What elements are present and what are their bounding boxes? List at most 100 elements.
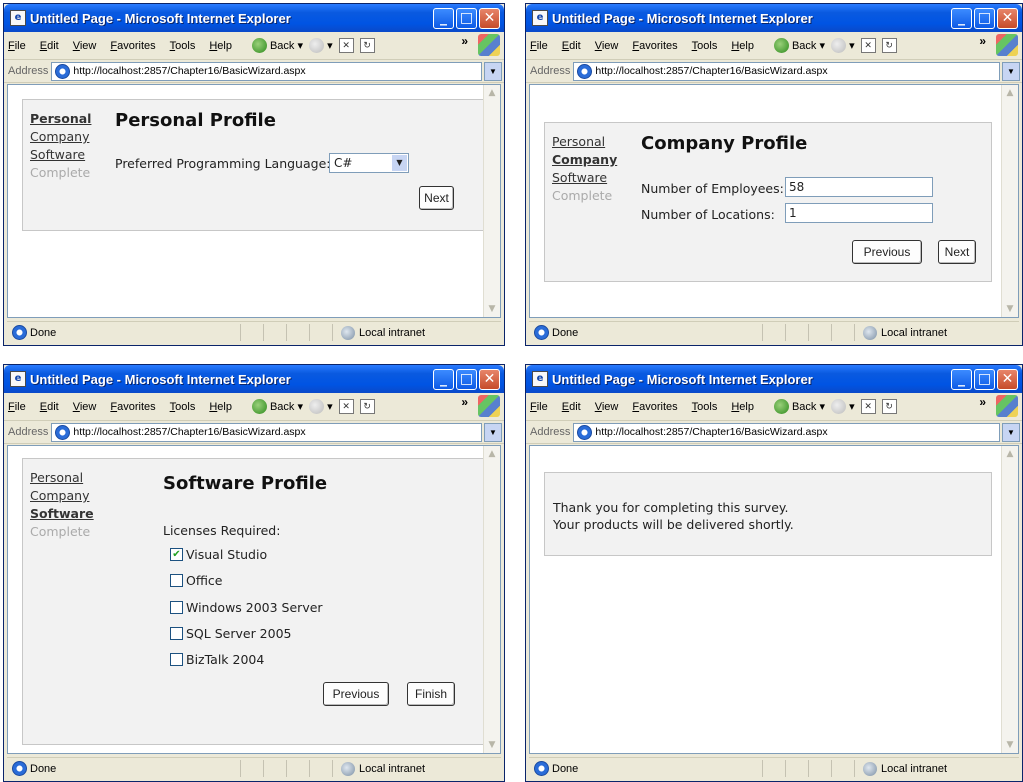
checkbox-icon[interactable] <box>170 653 183 666</box>
menu-view[interactable]: View <box>73 40 97 52</box>
menu-tools[interactable]: Tools <box>170 401 196 413</box>
vertical-scrollbar[interactable]: ▲ ▼ <box>1001 446 1018 753</box>
scroll-up-icon[interactable]: ▲ <box>485 86 499 100</box>
refresh-icon[interactable]: ↻ <box>881 399 897 414</box>
vertical-scrollbar[interactable]: ▲ ▼ <box>1001 85 1018 317</box>
menu-edit[interactable]: Edit <box>40 40 59 52</box>
locations-input[interactable]: 1 <box>785 203 933 223</box>
previous-button[interactable]: Previous <box>852 240 922 264</box>
refresh-icon[interactable]: ↻ <box>359 38 375 53</box>
menu-file[interactable]: File <box>530 40 548 52</box>
back-button[interactable]: Back <box>270 401 294 413</box>
maximize-button[interactable]: □ <box>974 368 995 390</box>
minimize-button[interactable]: _ <box>951 7 972 29</box>
back-button[interactable]: Back <box>792 401 816 413</box>
back-arrow-icon[interactable] <box>773 399 789 414</box>
menu-tools[interactable]: Tools <box>692 401 718 413</box>
menu-help[interactable]: Help <box>209 401 232 413</box>
scroll-down-icon[interactable]: ▼ <box>485 302 499 316</box>
close-button[interactable]: ✕ <box>479 7 500 29</box>
license-biztalk[interactable]: BizTalk 2004 <box>170 652 264 667</box>
forward-arrow-icon[interactable] <box>309 399 325 414</box>
back-arrow-icon[interactable] <box>251 38 267 53</box>
scroll-down-icon[interactable]: ▼ <box>485 738 499 752</box>
step-personal[interactable]: Personal <box>30 469 94 487</box>
menu-favorites[interactable]: Favorites <box>632 40 677 52</box>
license-visual-studio[interactable]: ✔ Visual Studio <box>170 547 267 562</box>
stop-icon[interactable]: ✕ <box>860 38 876 53</box>
menu-help[interactable]: Help <box>209 40 232 52</box>
forward-arrow-icon[interactable] <box>309 38 325 53</box>
address-dropdown-icon[interactable]: ▼ <box>484 422 502 442</box>
vertical-scrollbar[interactable]: ▲ ▼ <box>483 85 500 317</box>
refresh-icon[interactable]: ↻ <box>359 399 375 414</box>
scroll-up-icon[interactable]: ▲ <box>1003 447 1017 461</box>
menu-view[interactable]: View <box>595 401 619 413</box>
step-personal[interactable]: Personal <box>552 133 617 151</box>
step-personal[interactable]: Personal <box>30 110 91 128</box>
step-company[interactable]: Company <box>30 128 91 146</box>
checkbox-checked-icon[interactable]: ✔ <box>170 548 183 561</box>
stop-icon[interactable]: ✕ <box>338 38 354 53</box>
license-office[interactable]: Office <box>170 573 223 588</box>
step-software[interactable]: Software <box>552 169 617 187</box>
vertical-scrollbar[interactable]: ▲ ▼ <box>483 446 500 753</box>
chevron-more-icon[interactable]: » <box>979 395 986 409</box>
scroll-up-icon[interactable]: ▲ <box>1003 86 1017 100</box>
finish-button[interactable]: Finish <box>407 682 455 706</box>
next-button[interactable]: Next <box>938 240 976 264</box>
checkbox-icon[interactable] <box>170 627 183 640</box>
menu-view[interactable]: View <box>73 401 97 413</box>
back-arrow-icon[interactable] <box>773 38 789 53</box>
previous-button[interactable]: Previous <box>323 682 389 706</box>
scroll-up-icon[interactable]: ▲ <box>485 447 499 461</box>
back-button[interactable]: Back <box>270 40 294 52</box>
menu-file[interactable]: File <box>8 40 26 52</box>
menu-favorites[interactable]: Favorites <box>632 401 677 413</box>
close-button[interactable]: ✕ <box>997 368 1018 390</box>
menu-tools[interactable]: Tools <box>692 40 718 52</box>
step-company[interactable]: Company <box>30 487 94 505</box>
stop-icon[interactable]: ✕ <box>338 399 354 414</box>
menu-edit[interactable]: Edit <box>40 401 59 413</box>
language-select[interactable]: C# ▼ <box>329 153 409 173</box>
close-button[interactable]: ✕ <box>997 7 1018 29</box>
menu-tools[interactable]: Tools <box>170 40 196 52</box>
employees-input[interactable]: 58 <box>785 177 933 197</box>
scroll-down-icon[interactable]: ▼ <box>1003 738 1017 752</box>
chevron-down-icon[interactable]: ▼ <box>392 155 407 171</box>
maximize-button[interactable]: □ <box>456 7 477 29</box>
menu-view[interactable]: View <box>595 40 619 52</box>
step-company[interactable]: Company <box>552 151 617 169</box>
checkbox-icon[interactable] <box>170 574 183 587</box>
forward-arrow-icon[interactable] <box>831 399 847 414</box>
address-input[interactable]: http://localhost:2857/Chapter16/BasicWiz… <box>573 422 1000 442</box>
minimize-button[interactable]: _ <box>433 7 454 29</box>
address-input[interactable]: http://localhost:2857/Chapter16/BasicWiz… <box>51 61 482 81</box>
address-dropdown-icon[interactable]: ▼ <box>1002 61 1020 81</box>
step-software[interactable]: Software <box>30 146 91 164</box>
checkbox-icon[interactable] <box>170 601 183 614</box>
stop-icon[interactable]: ✕ <box>860 399 876 414</box>
forward-arrow-icon[interactable] <box>831 38 847 53</box>
menu-edit[interactable]: Edit <box>562 40 581 52</box>
refresh-icon[interactable]: ↻ <box>881 38 897 53</box>
chevron-more-icon[interactable]: » <box>461 395 468 409</box>
license-windows-server[interactable]: Windows 2003 Server <box>170 600 323 615</box>
menu-help[interactable]: Help <box>731 40 754 52</box>
menu-favorites[interactable]: Favorites <box>110 401 155 413</box>
close-button[interactable]: ✕ <box>479 368 500 390</box>
next-button[interactable]: Next <box>419 186 454 210</box>
maximize-button[interactable]: □ <box>456 368 477 390</box>
menu-edit[interactable]: Edit <box>562 401 581 413</box>
step-software[interactable]: Software <box>30 505 94 523</box>
menu-file[interactable]: File <box>8 401 26 413</box>
menu-help[interactable]: Help <box>731 401 754 413</box>
address-dropdown-icon[interactable]: ▼ <box>484 61 502 81</box>
scroll-down-icon[interactable]: ▼ <box>1003 302 1017 316</box>
back-arrow-icon[interactable] <box>251 399 267 414</box>
chevron-more-icon[interactable]: » <box>979 34 986 48</box>
minimize-button[interactable]: _ <box>951 368 972 390</box>
back-button[interactable]: Back <box>792 40 816 52</box>
license-sql-server[interactable]: SQL Server 2005 <box>170 626 292 641</box>
